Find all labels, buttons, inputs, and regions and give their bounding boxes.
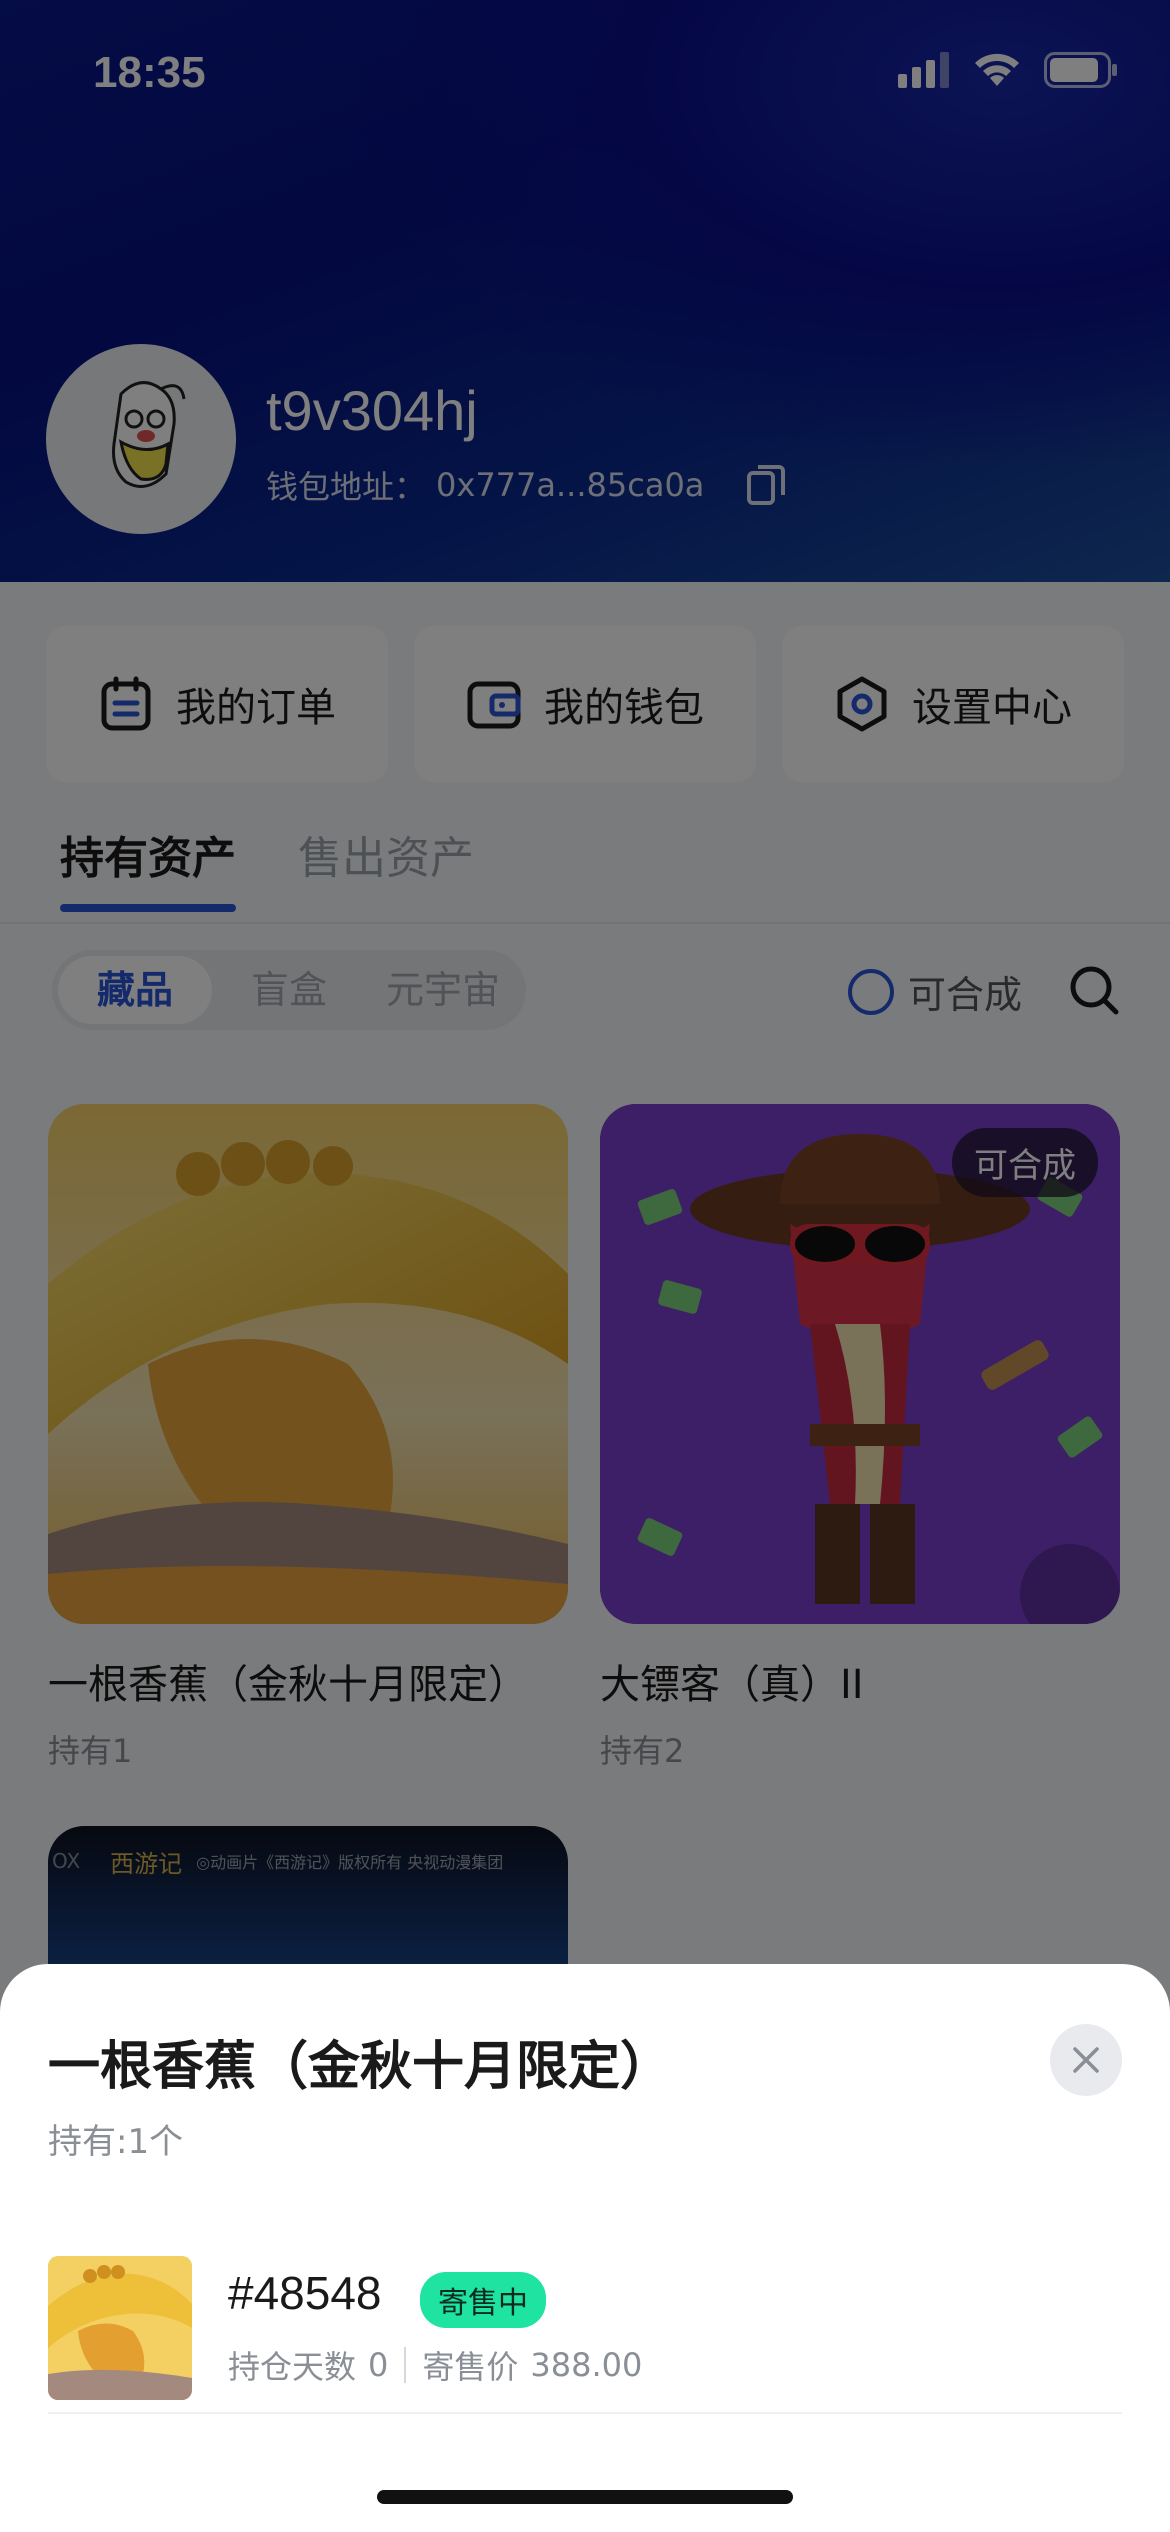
asset-serial-number: #48548 <box>228 2267 382 2319</box>
asset-meta: 持仓天数 0 寄售价 388.00 <box>228 2342 642 2388</box>
sale-price-value: 388.00 <box>530 2346 643 2384</box>
close-button[interactable] <box>1050 2024 1122 2096</box>
asset-detail-sheet: 一根香蕉（金秋十月限定） 持有:1个 #48548 寄售中 持仓天数 0 寄售价… <box>0 1964 1170 2532</box>
home-indicator <box>377 2490 793 2504</box>
asset-thumbnail <box>48 2256 192 2400</box>
holding-days-label: 持仓天数 <box>228 2348 357 2386</box>
close-icon <box>1073 2047 1099 2073</box>
meta-divider <box>404 2347 407 2383</box>
sheet-holding-count: 持有:1个 <box>48 2122 184 2162</box>
holding-days-value: 0 <box>368 2346 389 2384</box>
sheet-title: 一根香蕉（金秋十月限定） <box>48 2037 673 2097</box>
sale-price-label: 寄售价 <box>422 2348 519 2386</box>
asset-item-row[interactable]: #48548 寄售中 持仓天数 0 寄售价 388.00 <box>48 2256 1122 2414</box>
on-sale-badge: 寄售中 <box>420 2272 546 2328</box>
banana-thumbnail-icon <box>48 2256 192 2400</box>
